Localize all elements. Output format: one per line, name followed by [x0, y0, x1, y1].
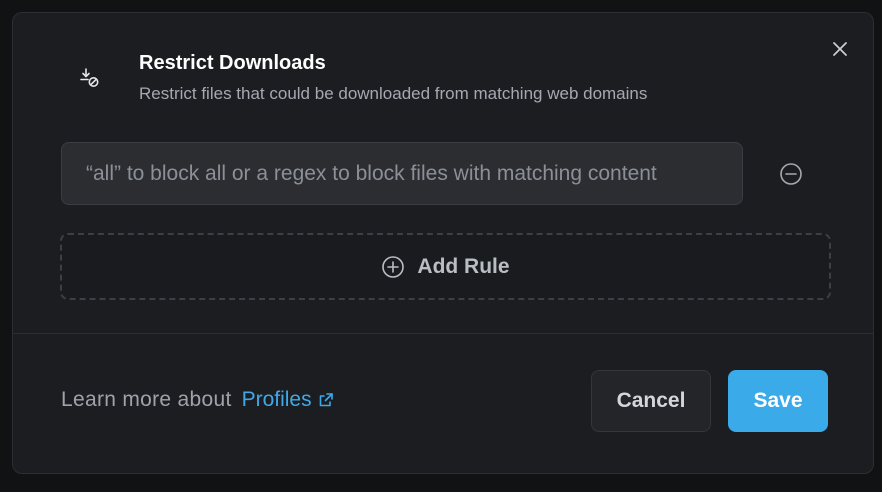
- restrict-downloads-dialog: Restrict Downloads Restrict files that c…: [12, 12, 874, 474]
- save-button[interactable]: Save: [728, 370, 828, 432]
- minus-circle-icon: [780, 163, 802, 185]
- cancel-button[interactable]: Cancel: [591, 370, 711, 432]
- remove-rule-button[interactable]: [778, 161, 804, 187]
- close-icon: [833, 42, 847, 56]
- add-rule-button[interactable]: Add Rule: [60, 233, 831, 300]
- add-rule-label: Add Rule: [417, 254, 510, 278]
- learn-more: Learn more about Profiles: [61, 388, 334, 412]
- dialog-title: Restrict Downloads: [139, 52, 326, 74]
- close-button[interactable]: [828, 37, 852, 61]
- profiles-link[interactable]: Profiles: [242, 388, 334, 412]
- rule-input[interactable]: [61, 142, 743, 205]
- plus-circle-icon: [382, 255, 405, 278]
- download-blocked-icon: [80, 68, 99, 87]
- learn-more-text: Learn more about: [61, 388, 232, 411]
- profiles-link-label: Profiles: [241, 388, 312, 411]
- footer-divider: [13, 333, 873, 334]
- dialog-subtitle: Restrict files that could be downloaded …: [139, 84, 648, 103]
- external-link-icon: [319, 393, 333, 407]
